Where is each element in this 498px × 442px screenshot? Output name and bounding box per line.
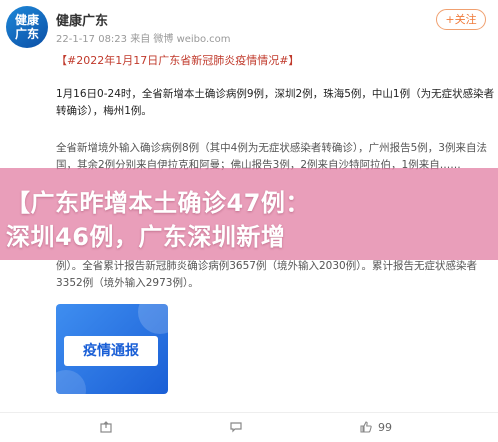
post-paragraph-3: 例）。全省累计报告新冠肺炎确诊病例3657例（境外输入2030例）。累计报告无症… [56, 260, 477, 289]
author-name[interactable]: 健康广东 [56, 10, 108, 29]
thumbs-up-icon [360, 421, 372, 433]
thumbnail-decoration [138, 304, 168, 334]
post-meta: 22-1-17 08:23 来自 微博 weibo.com [56, 30, 231, 45]
like-count: 99 [378, 421, 392, 434]
comment-button[interactable] [230, 419, 248, 437]
post-source: 来自 微博 weibo.com [130, 34, 231, 45]
like-button[interactable]: 99 [360, 419, 392, 437]
post-image-thumbnail[interactable]: 疫情通报 [56, 304, 168, 394]
thumbnail-decoration [56, 370, 86, 394]
post-paragraph-1: 1月16日0-24时，全省新增本土确诊病例9例，深圳2例，珠海5例，中山1例（为… [56, 88, 495, 117]
post-action-bar: 99 [0, 412, 498, 442]
post-timestamp: 22-1-17 08:23 [56, 34, 128, 45]
thumbnail-label: 疫情通报 [64, 336, 158, 366]
share-icon [100, 421, 112, 433]
weibo-post-card: 健康 广东 健康广东 22-1-17 08:23 来自 微博 weibo.com… [0, 0, 498, 442]
overlay-banner-text: 【广东昨增本土确诊47例： 深圳46例，广东深圳新增 [6, 189, 310, 251]
comment-icon [230, 422, 242, 433]
hashtag-link[interactable]: 【#2022年1月17日广东省新冠肺炎疫情情况#】 [56, 52, 299, 68]
author-avatar[interactable]: 健康 广东 [6, 6, 48, 48]
avatar-text: 健康 广东 [14, 13, 39, 41]
follow-button[interactable]: +关注 [436, 9, 486, 30]
share-button[interactable] [100, 419, 118, 437]
